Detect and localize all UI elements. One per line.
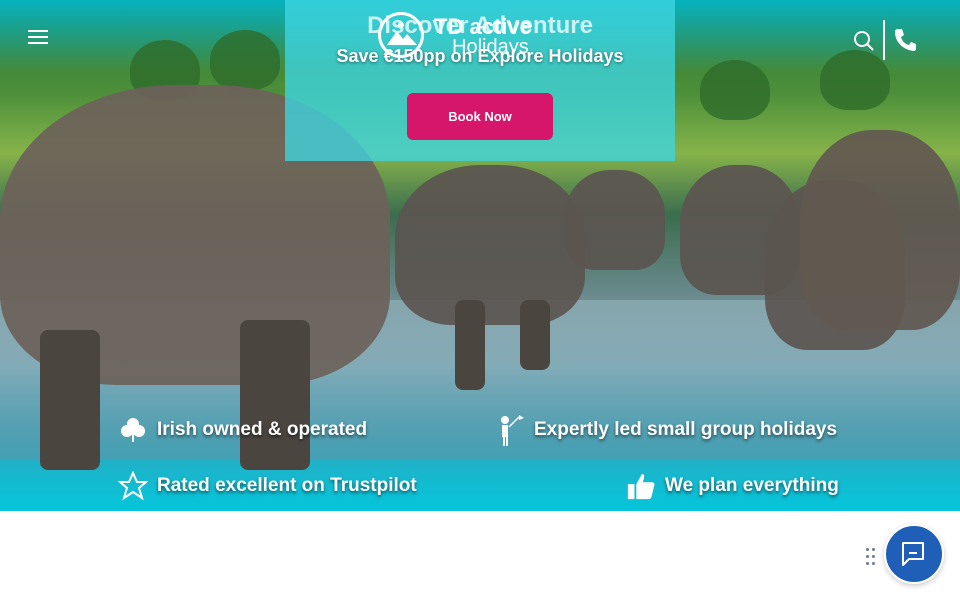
logo-tagline: Holidays — [452, 36, 529, 58]
feature-expertly-led: Expertly led small group holidays — [495, 415, 838, 446]
feature-label: We plan everything — [665, 475, 839, 496]
elephant — [395, 165, 585, 325]
elephant-leg — [520, 300, 550, 370]
feature-trustpilot: Rated excellent on Trustpilot — [118, 471, 417, 501]
guide-flag-icon — [495, 415, 525, 446]
elephant — [800, 130, 960, 330]
chat-icon — [902, 542, 924, 566]
chat-drag-handle[interactable] — [866, 548, 878, 568]
palm-tree — [820, 50, 890, 110]
feature-label: Rated excellent on Trustpilot — [157, 475, 417, 496]
search-icon[interactable] — [852, 29, 876, 53]
logo[interactable]: TD active Holidays — [378, 12, 538, 62]
elephant-leg — [240, 320, 310, 470]
elephant-leg — [40, 330, 100, 470]
palm-tree — [700, 60, 770, 120]
shamrock-icon — [118, 415, 148, 445]
elephant-leg — [455, 300, 485, 390]
elephant — [565, 170, 665, 270]
thumbs-up-icon — [626, 471, 656, 501]
star-icon — [118, 471, 148, 501]
palm-tree — [210, 30, 280, 90]
phone-icon[interactable] — [893, 27, 917, 53]
logo-mountain-icon — [378, 12, 424, 58]
feature-irish-owned: Irish owned & operated — [118, 415, 367, 445]
feature-label: Expertly led small group holidays — [534, 419, 838, 440]
chat-button[interactable] — [884, 524, 944, 584]
book-now-button[interactable]: Book Now — [407, 93, 553, 140]
hamburger-icon[interactable] — [28, 28, 50, 46]
feature-we-plan: We plan everything — [626, 471, 839, 501]
header-divider — [883, 20, 885, 60]
feature-label: Irish owned & operated — [157, 419, 368, 440]
